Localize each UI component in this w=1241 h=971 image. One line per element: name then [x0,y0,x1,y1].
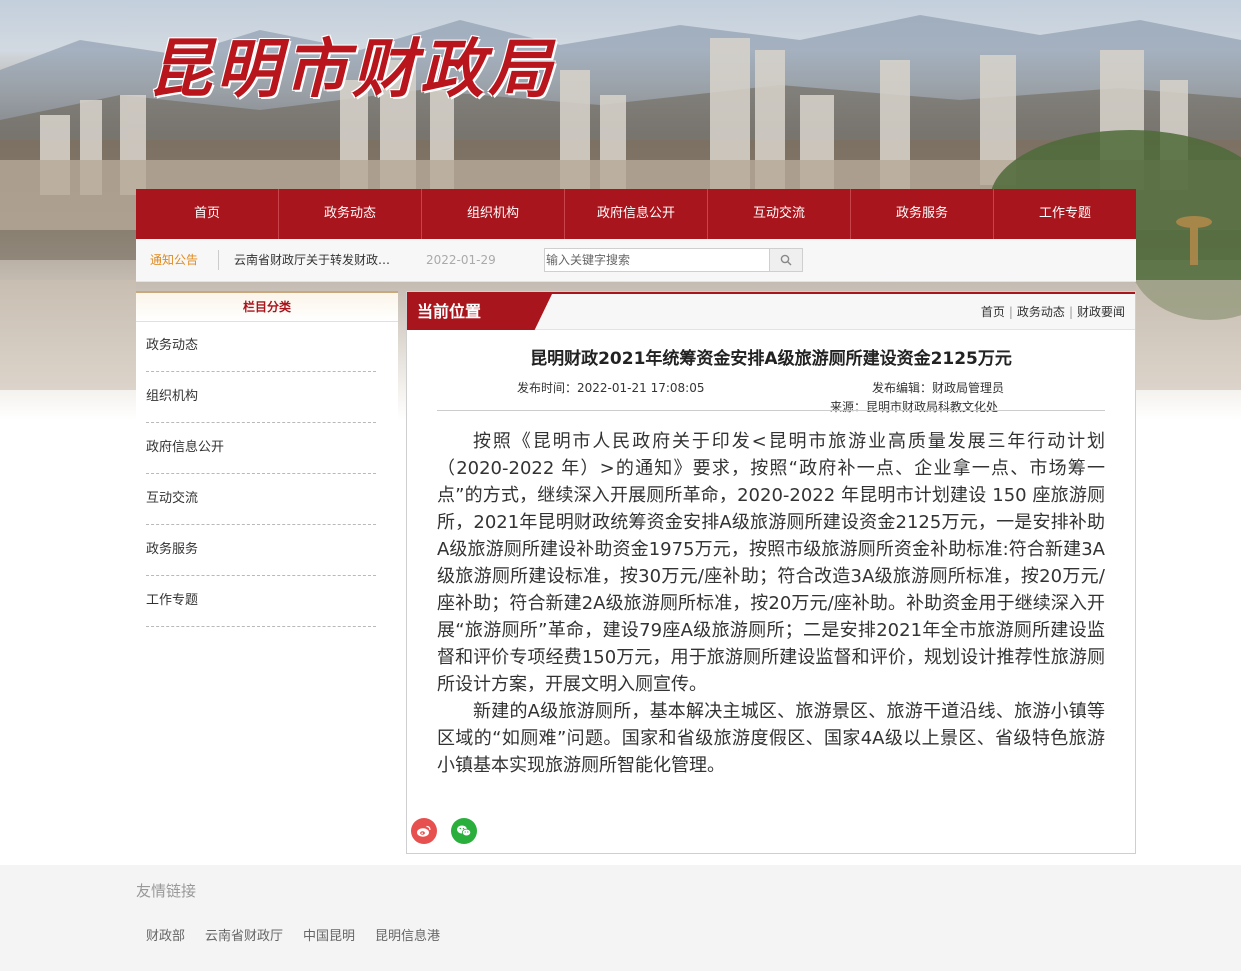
sidebar-item-organization[interactable]: 组织机构 [146,372,376,423]
friend-link-kunming[interactable]: 中国昆明 [303,925,355,944]
publish-time-label: 发布时间： [517,381,578,395]
sidebar-item-news[interactable]: 政务动态 [146,321,376,372]
publish-time: 发布时间：2022-01-21 17:08:05 [517,379,704,396]
nav-item-services[interactable]: 政务服务 [851,189,994,239]
article-panel: 当前位置 首页 | 政务动态 | 财政要闻 昆明财政2021年统筹资金安排A级旅游厕所建… [406,291,1136,854]
source: 来源：昆明市财政局科教文化处 [830,398,998,415]
breadcrumb-finance-news[interactable]: 财政要闻 [1077,305,1125,319]
sidebar-title: 栏目分类 [136,291,398,322]
friend-links-title: 友情链接 [136,882,197,900]
wechat-icon [457,825,472,837]
sidebar-item-services[interactable]: 政务服务 [146,525,376,576]
source-label: 来源： [830,400,867,414]
nav-item-topics[interactable]: 工作专题 [994,189,1136,239]
nav-item-interaction[interactable]: 互动交流 [708,189,851,239]
notice-link[interactable]: 云南省财政厅关于转发财政… [234,239,390,281]
breadcrumb: 首页 | 政务动态 | 财政要闻 [980,305,1125,319]
site-logo[interactable]: 昆明市财政局 [148,18,556,110]
sidebar-item-interaction[interactable]: 互动交流 [146,474,376,525]
search-input[interactable]: 输入关键字搜索 [544,248,802,272]
notice-label: 通知公告 [150,253,199,267]
position-label: 当前位置 [407,294,552,330]
meta-divider [437,410,1105,411]
position-bar: 当前位置 首页 | 政务动态 | 财政要闻 [407,292,1135,330]
search-icon [780,254,792,266]
weibo-icon [417,825,431,837]
sidebar: 栏目分类 政务动态 组织机构 政府信息公开 互动交流 政务服务 工作专题 [136,291,398,851]
article-paragraph: 新建的A级旅游厕所，基本解决主城区、旅游景区、旅游干道沿线、旅游小镇等区域的“如… [437,701,1105,776]
editor-label: 发布编辑： [872,381,933,395]
footer: 友情链接 财政部 云南省财政厅 中国昆明 昆明信息港 [0,865,1241,971]
share-wechat-button[interactable] [451,818,477,844]
notice-divider [218,250,219,270]
publish-time-value: 2022-01-21 17:08:05 [577,381,705,395]
article-title: 昆明财政2021年统筹资金安排A级旅游厕所建设资金2125万元 [530,349,1012,369]
sidebar-item-info-disclosure[interactable]: 政府信息公开 [146,423,376,474]
main-nav: 首页 政务动态 组织机构 政府信息公开 互动交流 政务服务 工作专题 [136,189,1136,239]
breadcrumb-news[interactable]: 政务动态 [1017,305,1065,319]
share-weibo-button[interactable] [411,818,437,844]
nav-item-news[interactable]: 政务动态 [279,189,422,239]
editor-value: 财政局管理员 [932,381,1005,395]
friend-link-yunnan-finance[interactable]: 云南省财政厅 [205,925,283,944]
friend-links: 财政部 云南省财政厅 中国昆明 昆明信息港 [146,925,440,944]
editor: 发布编辑：财政局管理员 [872,379,1004,396]
nav-item-home[interactable]: 首页 [136,189,279,239]
notice-bar: 通知公告 云南省财政厅关于转发财政… 2022-01-29 输入关键字搜索 [136,239,1136,282]
friend-link-kunming-info[interactable]: 昆明信息港 [375,925,440,944]
friend-link-mof[interactable]: 财政部 [146,925,185,944]
article-body: 按照《昆明市人民政府关于印发<昆明市旅游业高质量发展三年行动计划 （2020-2… [437,428,1105,779]
source-value: 昆明市财政局科教文化处 [866,400,999,414]
sidebar-item-topics[interactable]: 工作专题 [146,576,376,627]
breadcrumb-home[interactable]: 首页 [981,305,1005,319]
nav-item-info-disclosure[interactable]: 政府信息公开 [565,189,708,239]
nav-item-organization[interactable]: 组织机构 [422,189,565,239]
search-button[interactable] [769,248,803,272]
article-paragraph: 按照《昆明市人民政府关于印发<昆明市旅游业高质量发展三年行动计划 （2020-2… [437,431,1105,695]
notice-date: 2022-01-29 [426,253,496,267]
